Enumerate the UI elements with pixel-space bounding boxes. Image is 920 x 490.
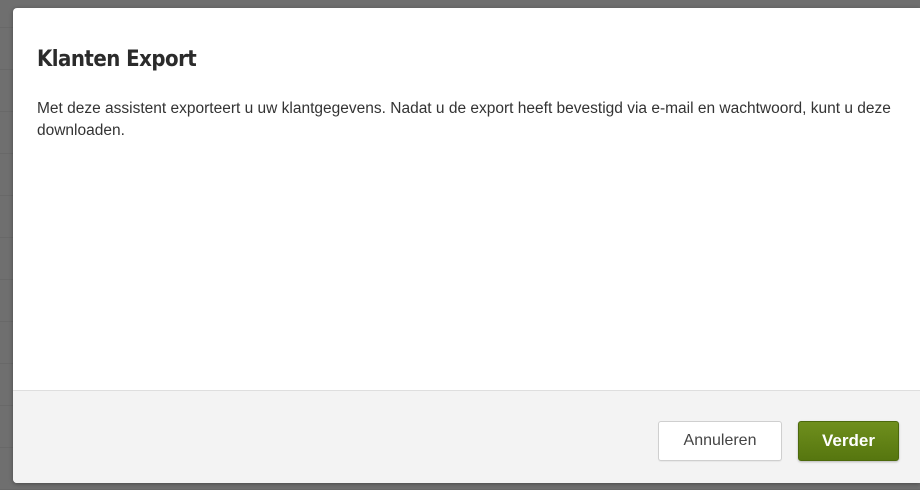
dialog-body: Met deze assistent exporteert u uw klant… bbox=[13, 74, 920, 356]
cancel-button[interactable]: Annuleren bbox=[658, 421, 782, 461]
dialog-description: Met deze assistent exporteert u uw klant… bbox=[37, 100, 891, 139]
dialog-title: Klanten Export bbox=[37, 47, 197, 72]
dialog-footer: Annuleren Verder bbox=[13, 390, 920, 483]
dialog-header: Klanten Export bbox=[13, 8, 920, 74]
continue-button[interactable]: Verder bbox=[798, 421, 899, 461]
export-dialog: Klanten Export Met deze assistent export… bbox=[13, 8, 920, 483]
